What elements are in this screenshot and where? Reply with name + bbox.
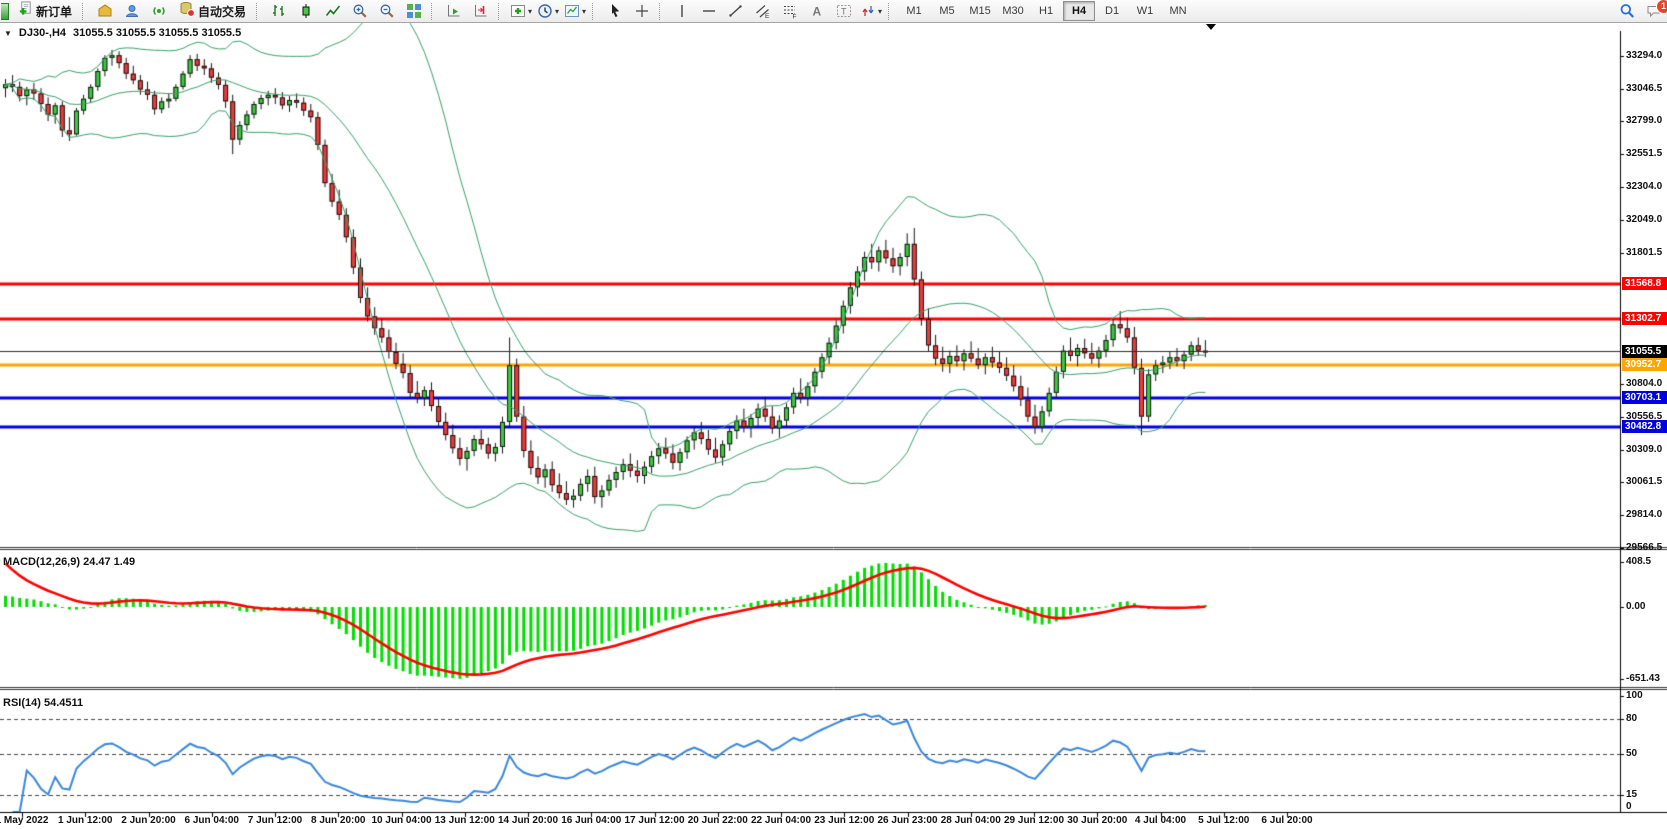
timeframe-m15[interactable]: M15 bbox=[964, 1, 996, 21]
chart-shift-icon[interactable] bbox=[468, 0, 494, 22]
new-order-button[interactable]: 新订单 bbox=[12, 0, 78, 22]
notification-badge: 1 bbox=[1656, 0, 1667, 14]
timeframe-h1[interactable]: H1 bbox=[1030, 1, 1062, 21]
toolbar-separator bbox=[592, 2, 598, 20]
indicators-icon[interactable]: ▾ bbox=[508, 0, 534, 22]
toolbar-separator bbox=[888, 2, 894, 20]
toolbar-separator bbox=[256, 2, 262, 20]
svg-text:E: E bbox=[765, 13, 770, 19]
community-icon[interactable] bbox=[119, 0, 145, 22]
rsi-indicator-label: RSI(14) 54.4511 bbox=[3, 697, 84, 709]
chart-quotes: 31055.5 31055.5 31055.5 31055.5 bbox=[73, 27, 242, 39]
timeframe-m1[interactable]: M1 bbox=[898, 1, 930, 21]
timeframe-d1[interactable]: D1 bbox=[1096, 1, 1128, 21]
timeframe-h4[interactable]: H4 bbox=[1063, 1, 1096, 21]
line-chart-icon[interactable] bbox=[320, 0, 346, 22]
chart-canvas[interactable] bbox=[0, 23, 1667, 829]
bar-chart-icon[interactable] bbox=[266, 0, 292, 22]
svg-text:T: T bbox=[841, 7, 847, 17]
cursor-icon[interactable] bbox=[602, 0, 628, 22]
new-order-label: 新订单 bbox=[36, 4, 73, 19]
fibonacci-icon[interactable]: F bbox=[777, 0, 803, 22]
chart-symbol-period: DJ30-,H4 bbox=[18, 27, 66, 39]
search-icon[interactable] bbox=[1614, 0, 1640, 22]
chart-title: ▼ DJ30-,H4 31055.5 31055.5 31055.5 31055… bbox=[4, 27, 241, 40]
chat-icon[interactable]: 1 bbox=[1641, 0, 1667, 22]
dropdown-arrow-icon[interactable]: ▾ bbox=[582, 7, 586, 16]
candlestick-icon[interactable] bbox=[293, 0, 319, 22]
chart-window: 33294.0 33046.5 32799.0 32551.5 32304.0 32049… bbox=[0, 23, 1667, 829]
toolbar: 新订单 自动交易 ▾ ▾ ▾ E F A T ▾ M1 M5 M15 M30 H1 H4 D1 W1 MN 1 bbox=[0, 0, 1667, 23]
autotrade-icon bbox=[179, 1, 195, 22]
timeframe-m5[interactable]: M5 bbox=[931, 1, 963, 21]
toolbar-separator bbox=[498, 2, 504, 20]
crosshair-icon[interactable] bbox=[629, 0, 655, 22]
collapse-arrow-icon[interactable]: ▼ bbox=[4, 27, 12, 40]
timeframe-m30[interactable]: M30 bbox=[997, 1, 1029, 21]
chart-shift-marker-icon bbox=[1206, 24, 1216, 30]
periods-icon[interactable]: ▾ bbox=[535, 0, 561, 22]
text-label-icon[interactable]: T bbox=[831, 0, 857, 22]
market-icon[interactable] bbox=[92, 0, 118, 22]
autotrade-label: 自动交易 bbox=[198, 4, 247, 19]
zoom-out-icon[interactable] bbox=[374, 0, 400, 22]
svg-text:F: F bbox=[793, 14, 797, 20]
dropdown-arrow-icon[interactable]: ▾ bbox=[878, 7, 882, 16]
macd-indicator-label: MACD(12,26,9) 24.47 1.49 bbox=[3, 556, 136, 568]
tile-windows-icon[interactable] bbox=[401, 0, 427, 22]
clipped-button-fragment bbox=[1, 2, 9, 20]
arrows-icon[interactable]: ▾ bbox=[858, 0, 884, 22]
timeframe-mn[interactable]: MN bbox=[1162, 1, 1194, 21]
timeframe-w1[interactable]: W1 bbox=[1129, 1, 1161, 21]
vertical-line-icon[interactable] bbox=[669, 0, 695, 22]
toolbar-separator bbox=[659, 2, 665, 20]
text-icon[interactable]: A bbox=[804, 0, 830, 22]
zoom-in-icon[interactable] bbox=[347, 0, 373, 22]
auto-scroll-icon[interactable] bbox=[441, 0, 467, 22]
autotrade-button[interactable]: 自动交易 bbox=[173, 0, 252, 22]
dropdown-arrow-icon[interactable]: ▾ bbox=[555, 7, 559, 16]
dropdown-arrow-icon[interactable]: ▾ bbox=[528, 7, 532, 16]
toolbar-separator bbox=[431, 2, 437, 20]
horizontal-line-icon[interactable] bbox=[696, 0, 722, 22]
trendline-icon[interactable] bbox=[723, 0, 749, 22]
toolbar-separator bbox=[82, 2, 88, 20]
templates-icon[interactable]: ▾ bbox=[562, 0, 588, 22]
channel-icon[interactable]: E bbox=[750, 0, 776, 22]
signals-icon[interactable] bbox=[146, 0, 172, 22]
new-order-icon bbox=[18, 1, 33, 21]
svg-text:A: A bbox=[813, 5, 822, 19]
